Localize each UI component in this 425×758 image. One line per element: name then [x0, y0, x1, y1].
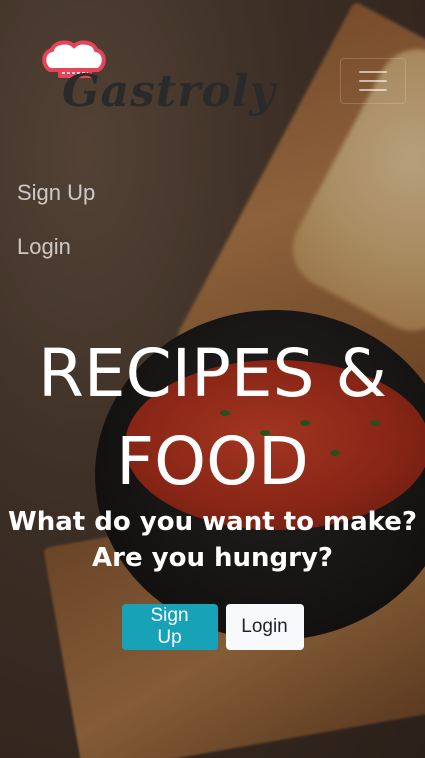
hero-subtitle-line-2: Are you hungry?: [92, 543, 333, 573]
nav-menu: Sign Up Login: [17, 166, 95, 274]
hero-button-group: Sign Up Login: [0, 604, 425, 650]
hero-subtitle: What do you want to make? Are you hungry…: [0, 504, 425, 576]
navbar-toggle-button[interactable]: [340, 58, 406, 104]
hero-title: RECIPES & FOOD: [0, 330, 425, 506]
brand-logo[interactable]: Gastroly: [40, 40, 275, 120]
hamburger-icon-line: [359, 89, 387, 91]
nav-link-login[interactable]: Login: [17, 220, 95, 274]
brand-name: Gastroly: [62, 66, 276, 117]
hero-title-line-2: FOOD: [116, 423, 309, 500]
hamburger-icon-line: [359, 80, 387, 82]
hamburger-icon-line: [359, 71, 387, 73]
hero-title-line-1: RECIPES &: [38, 335, 387, 412]
hero-subtitle-line-1: What do you want to make?: [8, 507, 417, 537]
login-button[interactable]: Login: [225, 604, 304, 650]
sign-up-button[interactable]: Sign Up: [121, 604, 218, 650]
nav-link-sign-up[interactable]: Sign Up: [17, 166, 95, 220]
hero-section: Gastroly Sign Up Login RECIPES & FOOD Wh…: [0, 0, 425, 758]
